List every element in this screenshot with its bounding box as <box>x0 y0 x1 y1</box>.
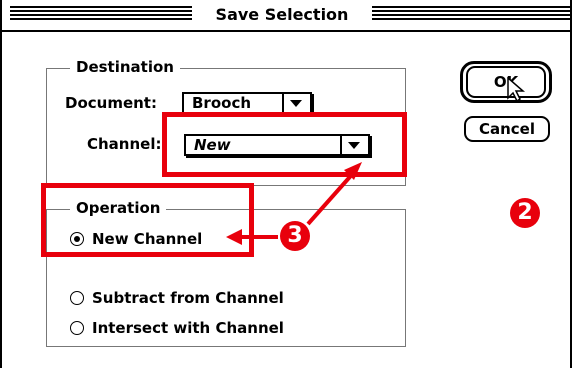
arrowhead-icon <box>344 162 362 180</box>
arrowhead-icon <box>226 229 242 245</box>
step-3-badge: 3 <box>280 221 310 251</box>
arrow-to-channel <box>306 168 358 226</box>
step-2-badge: 2 <box>510 198 540 228</box>
annotation-arrows <box>226 162 362 245</box>
